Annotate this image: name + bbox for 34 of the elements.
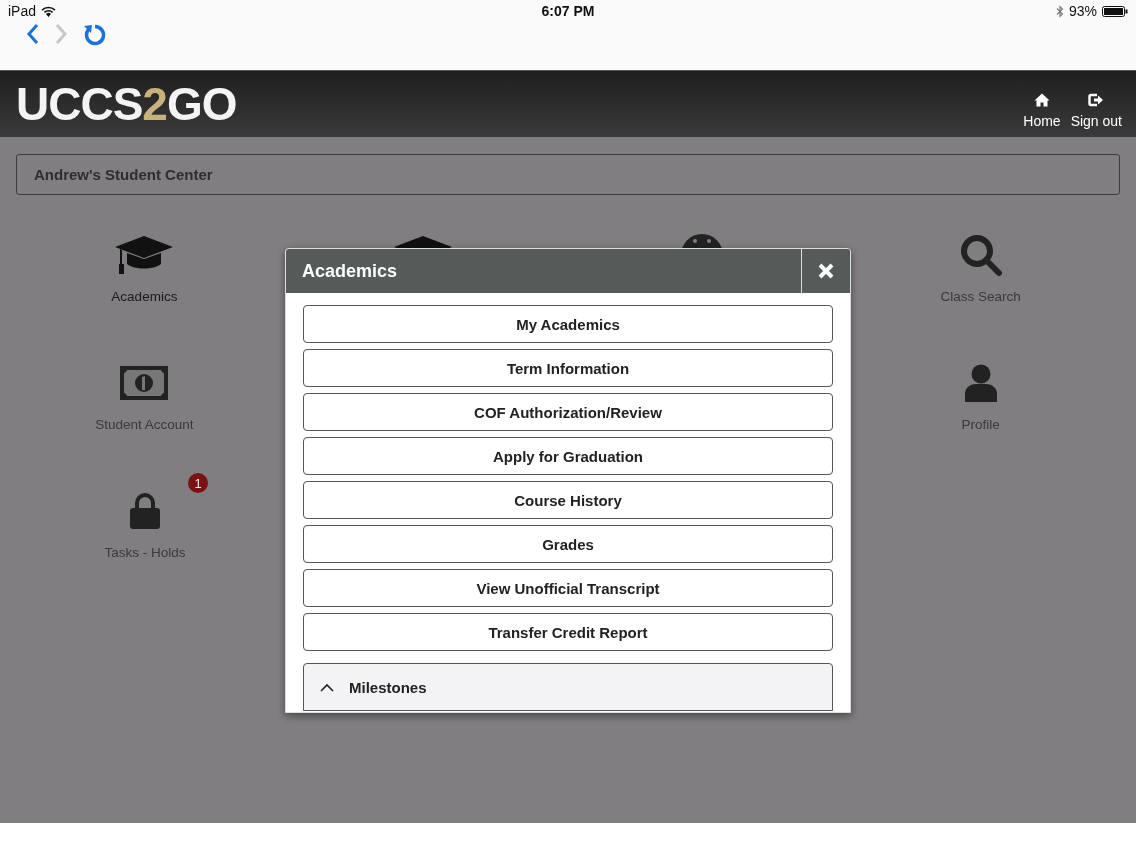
tile-label[interactable]: Academics (111, 289, 178, 304)
bluetooth-icon (1055, 4, 1064, 18)
sign-out-link[interactable]: Sign out (1070, 93, 1122, 129)
menu-button[interactable]: Course History (303, 481, 833, 519)
graduation-cap-icon[interactable] (114, 234, 175, 276)
home-link[interactable]: Home (1023, 93, 1061, 129)
sign-out-icon (1088, 93, 1105, 107)
page-title: Andrew's Student Center (34, 166, 213, 183)
search-icon[interactable] (958, 233, 1003, 277)
dialog-title: Academics (301, 260, 398, 282)
menu-button[interactable]: Transfer Credit Report (303, 613, 833, 651)
chevron-icon (320, 682, 334, 692)
wifi-icon (41, 5, 57, 17)
menu-button[interactable]: My Academics (303, 305, 833, 343)
reload-button[interactable] (82, 23, 108, 47)
close-icon (818, 263, 834, 279)
back-button[interactable] (26, 23, 40, 45)
section-header[interactable]: Milestones (303, 663, 833, 711)
home-icon (1033, 93, 1050, 107)
battery-percent: 93% (1068, 3, 1097, 19)
menu-button[interactable]: Term Information (303, 349, 833, 387)
menu-button[interactable]: Grades (303, 525, 833, 563)
banknote-icon[interactable] (120, 366, 169, 400)
menu-button[interactable]: COF Authorization/Review (303, 393, 833, 431)
lock-icon[interactable] (130, 493, 160, 529)
menu-button[interactable]: Apply for Graduation (303, 437, 833, 475)
uccs2go-logo: UCCS2GO (16, 77, 237, 131)
person-icon[interactable] (962, 364, 999, 402)
close-button[interactable] (801, 249, 850, 293)
battery-icon (1102, 5, 1128, 17)
notification-badge: 1 (188, 473, 208, 493)
clock-time: 6:07 PM (541, 3, 595, 19)
device-name: iPad (8, 3, 37, 19)
menu-button[interactable]: View Unofficial Transcript (303, 569, 833, 607)
